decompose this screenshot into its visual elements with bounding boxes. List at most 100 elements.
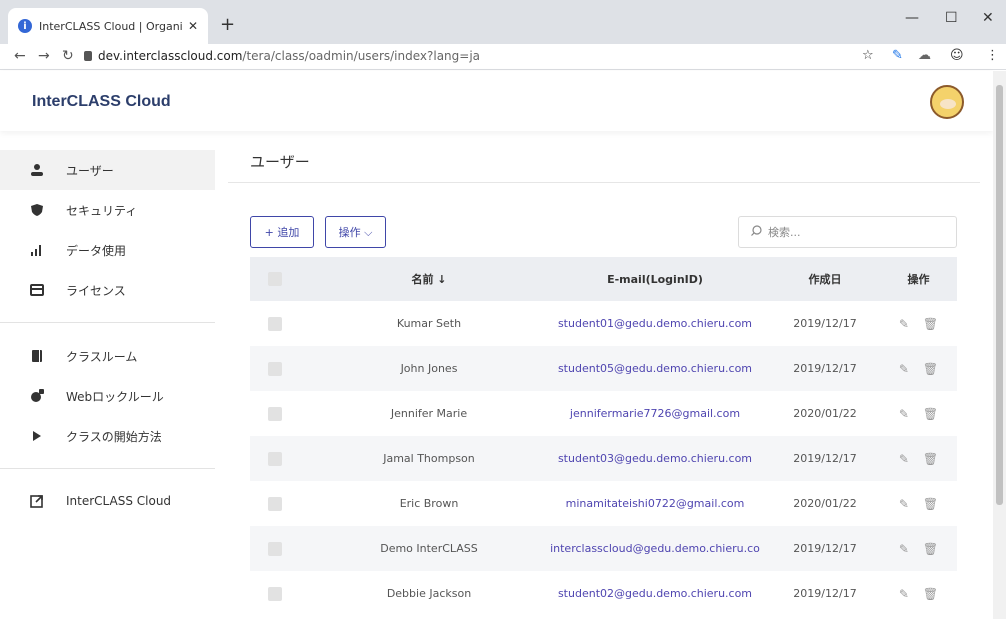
cloud-icon[interactable]: ☁ — [918, 48, 931, 63]
trash-icon[interactable]: 🗑 — [923, 362, 938, 376]
user-name: Jamal Thompson — [383, 452, 475, 465]
sidebar: ユーザー セキュリティ データ使用 ライセンス クラスルーム Webロックルール — [0, 150, 215, 521]
row-checkbox[interactable] — [268, 541, 282, 556]
edit-icon[interactable]: ✎ — [899, 317, 909, 331]
trash-icon[interactable]: 🗑 — [923, 542, 938, 556]
created-date: 2020/01/22 — [793, 407, 857, 420]
row-checkbox[interactable] — [268, 361, 282, 376]
tab-title: InterCLASS Cloud | Organization — [39, 19, 182, 33]
row-checkbox[interactable] — [268, 496, 282, 511]
sidebar-item-classroom[interactable]: クラスルーム — [0, 336, 215, 376]
minimize-icon[interactable]: — — [905, 10, 919, 26]
user-email[interactable]: student01@gedu.demo.chieru.com — [540, 317, 770, 330]
maximize-icon[interactable]: ☐ — [945, 10, 958, 26]
trash-icon[interactable]: 🗑 — [923, 452, 938, 466]
close-tab-icon[interactable]: ✕ — [188, 19, 198, 33]
profile-icon[interactable]: ☺ — [950, 48, 964, 63]
select-all-checkbox[interactable] — [268, 272, 282, 286]
user-icon — [30, 163, 44, 177]
page-scrollbar[interactable] — [993, 71, 1006, 619]
new-tab-icon[interactable]: + — [220, 14, 235, 35]
sidebar-item-label: セキュリティ — [66, 203, 138, 218]
table-row: John Jones student05@gedu.demo.chieru.co… — [250, 346, 957, 391]
title-divider — [228, 182, 980, 183]
table-row: Jamal Thompson student03@gedu.demo.chier… — [250, 436, 957, 481]
avatar[interactable] — [930, 85, 964, 119]
created-date: 2019/12/17 — [793, 452, 857, 465]
sidebar-item-interclass-cloud[interactable]: InterCLASS Cloud — [0, 481, 215, 521]
row-checkbox[interactable] — [268, 586, 282, 601]
sidebar-item-label: データ使用 — [66, 243, 127, 258]
sidebar-item-label: ユーザー — [66, 163, 114, 178]
row-checkbox[interactable] — [268, 406, 282, 421]
sidebar-item-license[interactable]: ライセンス — [0, 270, 215, 310]
user-email[interactable]: interclasscloud@gedu.demo.chieru.co — [540, 542, 770, 555]
scrollbar-thumb[interactable] — [996, 85, 1003, 505]
trash-icon[interactable]: 🗑 — [923, 497, 938, 511]
trash-icon[interactable]: 🗑 — [923, 587, 938, 601]
search-placeholder: 検索... — [768, 226, 801, 239]
edit-icon[interactable]: ✎ — [899, 452, 909, 466]
user-name: Demo InterCLASS — [380, 542, 478, 555]
sidebar-item-data-usage[interactable]: データ使用 — [0, 230, 215, 270]
page-title: ユーザー — [250, 153, 310, 171]
reload-icon[interactable]: ↻ — [62, 48, 74, 64]
created-date: 2019/12/17 — [793, 587, 857, 600]
created-date: 2019/12/17 — [793, 362, 857, 375]
users-table: 名前 ↓ E-mail(LoginID) 作成日 操作 Kumar Seth s… — [250, 257, 957, 616]
bar-chart-icon — [30, 243, 44, 257]
browser-tabbar: i InterCLASS Cloud | Organization ✕ + — … — [0, 0, 1006, 44]
user-email[interactable]: minamitateishi0722@gmail.com — [540, 497, 770, 510]
sidebar-item-web-lock[interactable]: Webロックルール — [0, 376, 215, 416]
edit-icon[interactable]: ✎ — [899, 587, 909, 601]
column-header-ops: 操作 — [907, 273, 930, 286]
table-row: Kumar Seth student01@gedu.demo.chieru.co… — [250, 301, 957, 346]
url-field[interactable]: dev.interclasscloud.com/tera/class/oadmi… — [98, 49, 480, 63]
sidebar-item-label: Webロックルール — [66, 389, 164, 404]
created-date: 2020/01/22 — [793, 497, 857, 510]
user-email[interactable]: jennifermarie7726@gmail.com — [540, 407, 770, 420]
user-name: Jennifer Marie — [390, 407, 468, 420]
table-row: Eric Brown minamitateishi0722@gmail.com … — [250, 481, 957, 526]
actions-dropdown[interactable]: 操作 ⌵ — [325, 216, 386, 248]
external-link-icon — [30, 494, 44, 508]
sidebar-item-security[interactable]: セキュリティ — [0, 190, 215, 230]
user-name: Eric Brown — [399, 497, 459, 510]
sidebar-item-users[interactable]: ユーザー — [0, 150, 215, 190]
edit-icon[interactable]: ✎ — [899, 407, 909, 421]
pen-icon[interactable]: ✎ — [892, 48, 903, 63]
user-email[interactable]: student03@gedu.demo.chieru.com — [540, 452, 770, 465]
sidebar-item-label: クラスの開始方法 — [66, 429, 162, 444]
user-name: Debbie Jackson — [386, 587, 472, 600]
browser-tab[interactable]: i InterCLASS Cloud | Organization ✕ — [8, 8, 208, 44]
user-email[interactable]: student05@gedu.demo.chieru.com — [540, 362, 770, 375]
sidebar-item-label: クラスルーム — [66, 349, 138, 364]
edit-icon[interactable]: ✎ — [899, 497, 909, 511]
created-date: 2019/12/17 — [793, 542, 857, 555]
close-window-icon[interactable]: ✕ — [982, 10, 994, 26]
back-icon[interactable]: ← — [14, 48, 26, 64]
edit-icon[interactable]: ✎ — [899, 362, 909, 376]
globe-lock-icon — [30, 389, 44, 403]
star-icon[interactable]: ☆ — [862, 48, 874, 63]
brand-title: InterCLASS Cloud — [32, 93, 171, 110]
card-icon — [30, 283, 44, 297]
add-user-button[interactable]: + 追加 — [250, 216, 314, 248]
address-bar: ← → ↻ dev.interclasscloud.com/tera/class… — [0, 44, 1006, 70]
row-checkbox[interactable] — [268, 451, 282, 466]
row-checkbox[interactable] — [268, 316, 282, 331]
sidebar-item-how-to-start[interactable]: クラスの開始方法 — [0, 416, 215, 456]
trash-icon[interactable]: 🗑 — [923, 407, 938, 421]
column-header-name[interactable]: 名前 ↓ — [318, 271, 540, 287]
column-header-email: E-mail(LoginID) — [607, 272, 703, 286]
app-header: InterCLASS Cloud — [0, 71, 993, 131]
forward-icon[interactable]: → — [38, 48, 50, 64]
menu-icon[interactable]: ⋮ — [986, 48, 999, 63]
edit-icon[interactable]: ✎ — [899, 542, 909, 556]
column-header-date: 作成日 — [808, 273, 842, 286]
sidebar-item-label: InterCLASS Cloud — [66, 494, 172, 508]
trash-icon[interactable]: 🗑 — [923, 317, 938, 331]
search-input[interactable]: 検索... — [738, 216, 957, 248]
search-icon — [751, 225, 762, 239]
user-email[interactable]: student02@gedu.demo.chieru.com — [540, 587, 770, 600]
